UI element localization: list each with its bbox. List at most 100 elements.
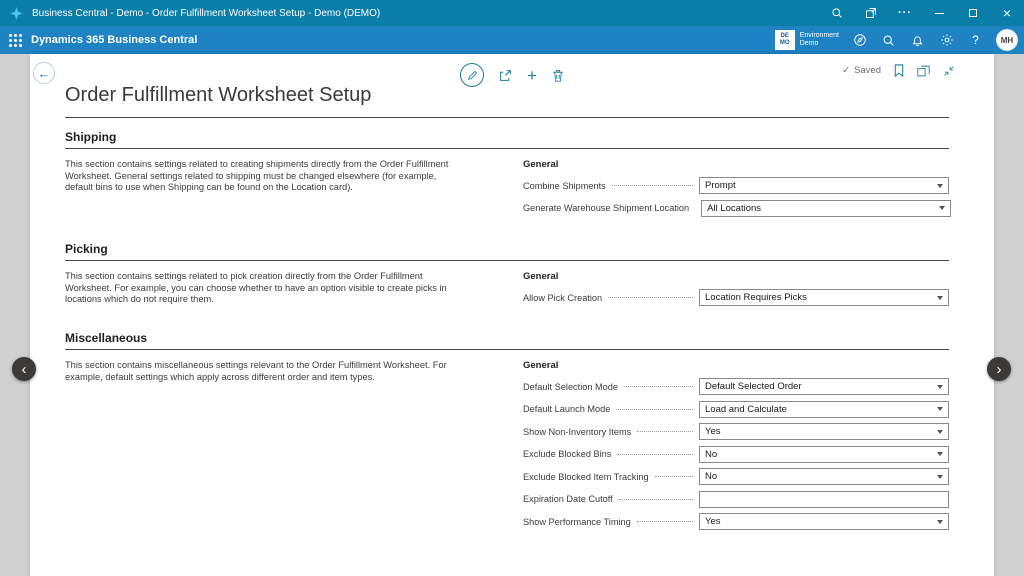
workspace-background: ← + ✓ Saved (0, 54, 1024, 576)
field-label: Default Selection Mode (523, 382, 618, 392)
check-icon: ✓ (842, 65, 850, 76)
chevron-down-icon (937, 475, 943, 479)
section-fields: General Default Selection Mode Default S… (523, 360, 949, 536)
field-label: Allow Pick Creation (523, 293, 602, 303)
more-options-icon[interactable]: ··· (888, 0, 922, 26)
field-row-default-selection-mode: Default Selection Mode Default Selected … (523, 378, 949, 395)
page-panel: ← + ✓ Saved (30, 54, 994, 576)
help-icon[interactable]: ? (967, 32, 984, 49)
bookmark-button[interactable] (894, 64, 904, 77)
field-row-show-non-inventory-items: Show Non-Inventory Items Yes (523, 423, 949, 440)
default-launch-mode-select[interactable]: Load and Calculate (699, 401, 949, 418)
section-rule (65, 260, 949, 261)
generate-warehouse-shipment-location-select[interactable]: All Locations (701, 200, 951, 217)
pencil-icon (467, 70, 478, 81)
section-picking: Picking This section contains settings r… (65, 242, 949, 312)
expiration-date-cutoff-field[interactable] (699, 491, 949, 508)
previous-record-button[interactable]: ‹ (12, 357, 36, 381)
window-titlebar: Business Central - Demo - Order Fulfillm… (0, 0, 1024, 26)
field-value: Location Requires Picks (705, 292, 807, 303)
section-description: This section contains settings related t… (65, 159, 463, 222)
section-description: This section contains miscellaneous sett… (65, 360, 463, 536)
share-icon (499, 69, 512, 82)
chevron-down-icon (939, 206, 945, 210)
section-fields: General Combine Shipments Prompt Generat… (523, 159, 949, 222)
section-heading[interactable]: Picking (65, 242, 949, 256)
app-title[interactable]: Dynamics 365 Business Central (31, 34, 197, 46)
field-value: Default Selected Order (705, 381, 802, 392)
field-label: Show Non-Inventory Items (523, 427, 631, 437)
tellme-icon[interactable] (851, 32, 868, 49)
field-row-default-launch-mode: Default Launch Mode Load and Calculate (523, 401, 949, 418)
maximize-button[interactable] (956, 0, 990, 26)
titlebar-search-icon[interactable] (820, 0, 854, 26)
field-row-expiration-date-cutoff: Expiration Date Cutoff (523, 491, 949, 508)
open-in-window-button[interactable] (917, 65, 930, 77)
section-heading[interactable]: Shipping (65, 130, 949, 144)
field-label: Combine Shipments (523, 181, 606, 191)
field-label: Exclude Blocked Item Tracking (523, 472, 649, 482)
next-record-button[interactable]: › (987, 357, 1011, 381)
action-bar-right: ✓ Saved (842, 64, 955, 77)
field-row-generate-warehouse-shipment-location: Generate Warehouse Shipment Location All… (523, 200, 949, 217)
show-non-inventory-items-select[interactable]: Yes (699, 423, 949, 440)
exclude-blocked-bins-select[interactable]: No (699, 446, 949, 463)
allow-pick-creation-select[interactable]: Location Requires Picks (699, 289, 949, 306)
field-label: Generate Warehouse Shipment Location (523, 203, 689, 213)
field-value: Yes (705, 426, 721, 437)
field-value: All Locations (707, 203, 761, 214)
section-description: This section contains settings related t… (65, 271, 463, 312)
trash-icon (552, 69, 564, 82)
group-label: General (523, 271, 949, 283)
close-button[interactable]: × (990, 0, 1024, 26)
show-performance-timing-select[interactable]: Yes (699, 513, 949, 530)
new-button[interactable]: + (527, 67, 537, 84)
open-in-window-icon (917, 65, 930, 77)
minimize-button[interactable] (922, 0, 956, 26)
share-button[interactable] (499, 69, 512, 82)
popout-window-icon[interactable] (854, 0, 888, 26)
field-row-allow-pick-creation: Allow Pick Creation Location Requires Pi… (523, 289, 949, 306)
bookmark-icon (894, 64, 904, 77)
field-label: Expiration Date Cutoff (523, 494, 613, 504)
delete-button[interactable] (552, 69, 564, 82)
field-label: Show Performance Timing (523, 517, 631, 527)
gear-icon[interactable] (938, 32, 955, 49)
dotted-leader (616, 409, 693, 410)
bell-icon[interactable] (909, 32, 926, 49)
field-value: No (705, 471, 717, 482)
window-title: Business Central - Demo - Order Fulfillm… (32, 8, 380, 19)
section-heading[interactable]: Miscellaneous (65, 331, 949, 345)
exclude-blocked-item-tracking-select[interactable]: No (699, 468, 949, 485)
section-rule (65, 349, 949, 350)
field-value: Prompt (705, 180, 736, 191)
dynamics-navbar: Dynamics 365 Business Central DE MO Envi… (0, 26, 1024, 54)
business-central-app-icon (10, 7, 23, 20)
search-icon[interactable] (880, 32, 897, 49)
field-label: Exclude Blocked Bins (523, 449, 611, 459)
save-status: ✓ Saved (842, 65, 881, 76)
default-selection-mode-select[interactable]: Default Selected Order (699, 378, 949, 395)
dotted-leader (612, 185, 693, 186)
combine-shipments-select[interactable]: Prompt (699, 177, 949, 194)
chevron-down-icon (937, 452, 943, 456)
edit-button[interactable] (460, 63, 484, 87)
waffle-icon[interactable] (9, 34, 22, 47)
field-label: Default Launch Mode (523, 404, 610, 414)
chevron-down-icon (937, 184, 943, 188)
field-row-combine-shipments: Combine Shipments Prompt (523, 177, 949, 194)
dotted-leader (617, 454, 693, 455)
environment-indicator[interactable]: DE MO Environment Demo (775, 30, 839, 50)
avatar[interactable]: MH (996, 29, 1018, 51)
group-label: General (523, 159, 949, 171)
chevron-down-icon (937, 296, 943, 300)
dotted-leader (637, 431, 693, 432)
field-value: No (705, 449, 717, 460)
environment-badge: DE MO (775, 30, 795, 50)
collapse-button[interactable] (943, 65, 955, 77)
field-value: Load and Calculate (705, 404, 787, 415)
field-row-exclude-blocked-item-tracking: Exclude Blocked Item Tracking No (523, 468, 949, 485)
section-miscellaneous: Miscellaneous This section contains misc… (65, 331, 949, 536)
dotted-leader (624, 386, 693, 387)
section-shipping: Shipping This section contains settings … (65, 130, 949, 222)
